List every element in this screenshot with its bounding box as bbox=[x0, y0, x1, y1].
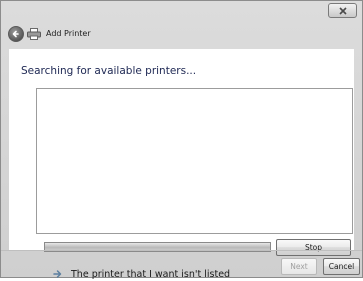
cancel-button[interactable]: Cancel bbox=[323, 258, 360, 275]
printer-not-listed-link[interactable]: The printer that I want isn't listed bbox=[53, 267, 230, 281]
wizard-content: Searching for available printers... Stop… bbox=[9, 49, 354, 280]
add-printer-window: Add Printer Searching for available prin… bbox=[0, 0, 363, 280]
footer-divider bbox=[1, 250, 362, 251]
printer-list[interactable] bbox=[36, 88, 353, 234]
next-button[interactable]: Next bbox=[281, 258, 317, 275]
page-heading: Searching for available printers... bbox=[21, 65, 197, 77]
window-title: Add Printer bbox=[46, 29, 91, 38]
close-button[interactable] bbox=[328, 3, 357, 18]
back-button[interactable] bbox=[8, 26, 24, 42]
printer-icon bbox=[27, 28, 41, 40]
close-icon bbox=[338, 6, 347, 15]
back-arrow-icon bbox=[12, 30, 19, 38]
stop-button[interactable]: Stop bbox=[276, 239, 351, 256]
